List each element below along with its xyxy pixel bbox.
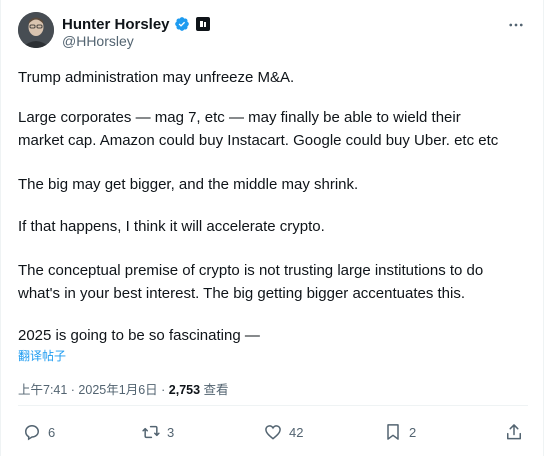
verified-badge-icon [174,17,189,31]
views-label: 查看 [200,383,229,397]
tweet-card: Hunter Horsley @HHorsley Trump administr… [0,0,544,456]
more-options-icon[interactable] [505,14,527,36]
heart-icon [265,425,281,440]
tweet-line: what's in your best interest. The big ge… [18,285,466,302]
reply-button[interactable]: 6 [22,418,55,446]
affiliation-badge-icon[interactable] [195,17,210,31]
author-row: Hunter Horsley [62,14,210,34]
action-bar: 6 3 42 2 [1,418,544,446]
repost-button[interactable]: 3 [141,418,174,446]
reply-icon [24,424,40,441]
repost-count: 3 [167,424,175,440]
author-handle[interactable]: @HHorsley [62,33,134,49]
tweet-line: The big may get bigger, and the middle m… [18,176,359,193]
tweet-meta: 上午7:41 · 2025年1月6日 · 2,753 查看 [18,379,229,398]
bookmark-button[interactable]: 2 [383,418,416,446]
translate-post-link[interactable]: 翻译帖子 [18,347,66,364]
tweet-line: market cap. Amazon could buy Instacart. … [18,132,499,149]
avatar[interactable] [18,12,54,48]
author-name[interactable]: Hunter Horsley [62,16,170,33]
tweet-line: 2025 is going to be so fascinating — [18,327,260,344]
tweet-timestamp[interactable]: 上午7:41 · 2025年1月6日 · [18,383,169,397]
like-button[interactable]: 42 [263,418,303,446]
tweet-line: The conceptual premise of crypto is not … [18,262,484,279]
tweet-line: If that happens, I think it will acceler… [18,218,325,235]
share-button[interactable] [504,418,524,446]
repost-icon [142,425,160,439]
bookmark-count: 2 [409,424,417,440]
bookmark-icon [387,424,399,440]
tweet-line: Large corporates — mag 7, etc — may fina… [18,109,461,126]
tweet-line: Trump administration may unfreeze M&A. [18,69,295,86]
views-count: 2,753 [168,383,201,397]
reply-count: 6 [48,424,56,440]
share-icon [507,424,521,440]
divider [18,405,528,406]
like-count: 42 [289,424,304,440]
